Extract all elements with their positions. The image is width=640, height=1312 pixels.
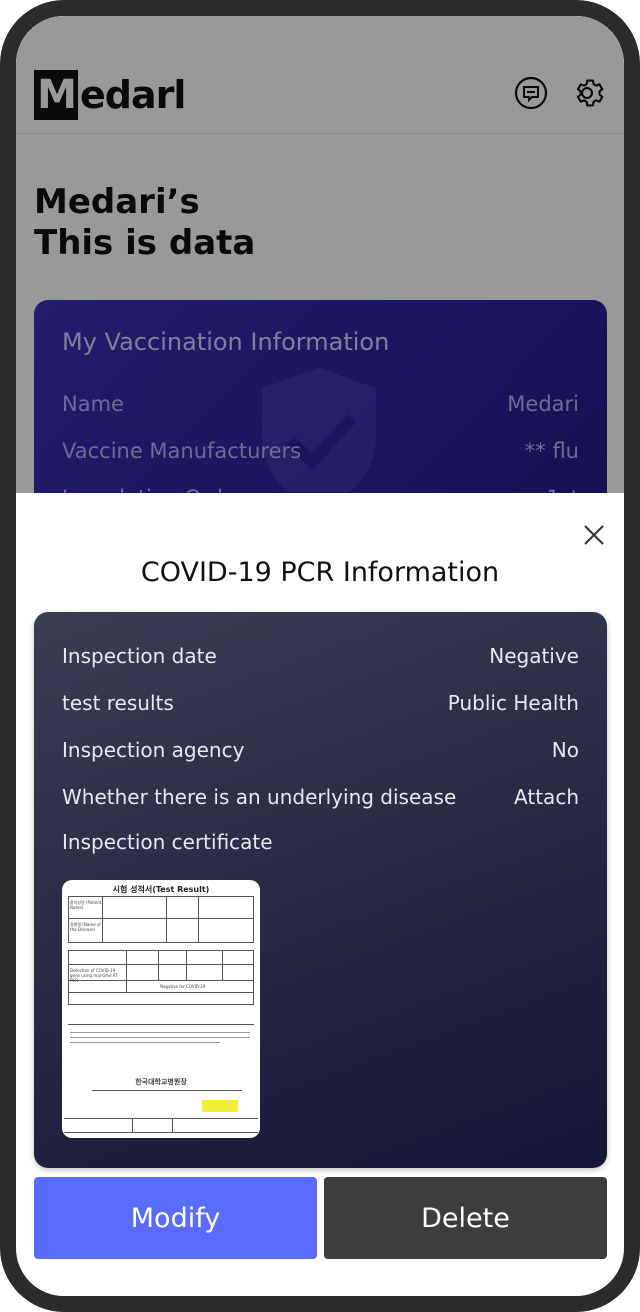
pcr-row-underlying-disease: Whether there is an underlying disease A…: [62, 785, 579, 809]
certificate-title: 시험 성적서(Test Result): [112, 885, 210, 894]
doc-row-result: Negative for COVID-19: [160, 984, 206, 989]
screen: M edarl Medari’s This is data My Vaccina…: [16, 16, 624, 1296]
row-value: Public Health: [447, 691, 579, 715]
certificate-document: 시험 성적서(Test Result) 환자성명 (Patient Name) …: [62, 880, 260, 1138]
close-icon[interactable]: [582, 523, 606, 547]
certificate-label: Inspection certificate: [62, 830, 273, 854]
row-value: Negative: [489, 644, 579, 668]
pcr-bottom-sheet: COVID-19 PCR Information Inspection date…: [16, 493, 624, 1296]
certificate-thumbnail[interactable]: 시험 성적서(Test Result) 환자성명 (Patient Name) …: [62, 880, 260, 1138]
row-value: Attach: [514, 785, 579, 809]
row-label: Inspection agency: [62, 738, 245, 762]
row-label: Whether there is an underlying disease: [62, 785, 457, 809]
action-buttons: Modify Delete: [34, 1177, 607, 1259]
row-value: No: [551, 738, 579, 762]
pcr-row-test-results: test results Public Health: [62, 691, 579, 715]
doc-row-method: Detection of COVID-19 gene using real-ti…: [70, 968, 118, 983]
pcr-row-inspection-date: Inspection date Negative: [62, 644, 579, 668]
pcr-row-inspection-agency: Inspection agency No: [62, 738, 579, 762]
row-label: test results: [62, 691, 174, 715]
delete-button[interactable]: Delete: [324, 1177, 607, 1259]
pcr-info-card: Inspection date Negative test results Pu…: [34, 612, 607, 1168]
doc-row-disease: 질병명 (Name of the Disease): [70, 922, 101, 932]
doc-row-patient: 환자성명 (Patient Name): [70, 900, 102, 910]
modify-button[interactable]: Modify: [34, 1177, 317, 1259]
sheet-title: COVID-19 PCR Information: [140, 557, 500, 588]
row-label: Inspection date: [62, 644, 217, 668]
phone-frame: M edarl Medari’s This is data My Vaccina…: [0, 0, 640, 1312]
doc-issuer: 한국대학교병원장: [135, 1078, 187, 1086]
